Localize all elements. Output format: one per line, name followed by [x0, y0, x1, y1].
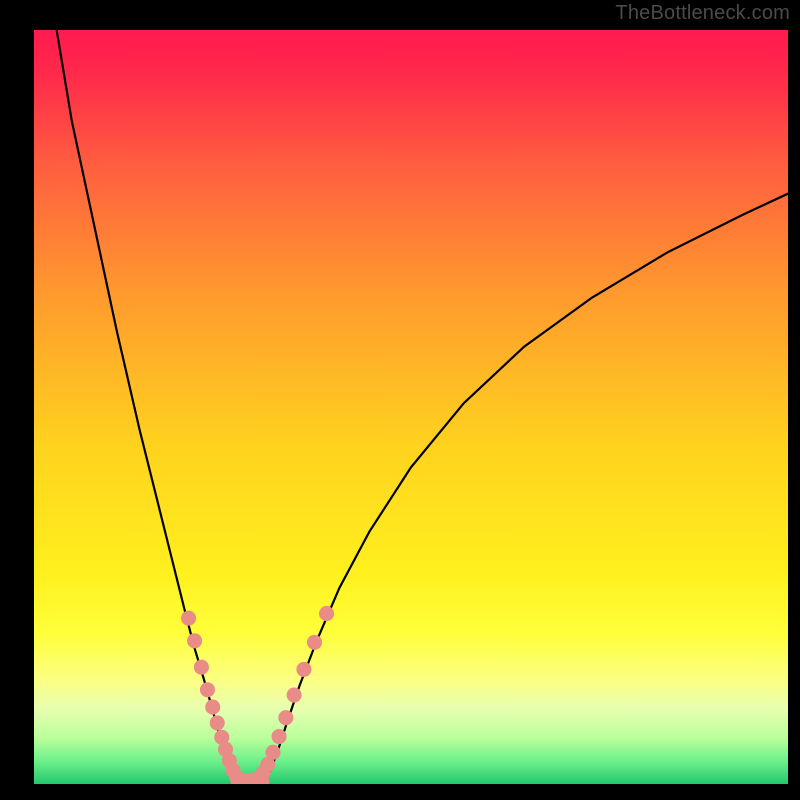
marker-point	[194, 660, 209, 675]
curve-layer	[34, 30, 788, 784]
marker-point	[278, 710, 293, 725]
marker-point	[287, 687, 302, 702]
curve-left-branch	[57, 30, 236, 782]
watermark-text: TheBottleneck.com	[615, 2, 790, 25]
marker-point	[307, 635, 322, 650]
marker-point	[205, 700, 220, 715]
marker-point	[272, 729, 287, 744]
marker-point	[187, 633, 202, 648]
marker-point	[265, 745, 280, 760]
curve-right-branch	[264, 194, 788, 782]
chart-frame: TheBottleneck.com	[0, 0, 800, 800]
marker-point	[319, 606, 334, 621]
plot-area	[34, 30, 788, 784]
marker-point	[200, 682, 215, 697]
marker-point	[181, 611, 196, 626]
marker-point	[296, 662, 311, 677]
marker-point	[210, 715, 225, 730]
